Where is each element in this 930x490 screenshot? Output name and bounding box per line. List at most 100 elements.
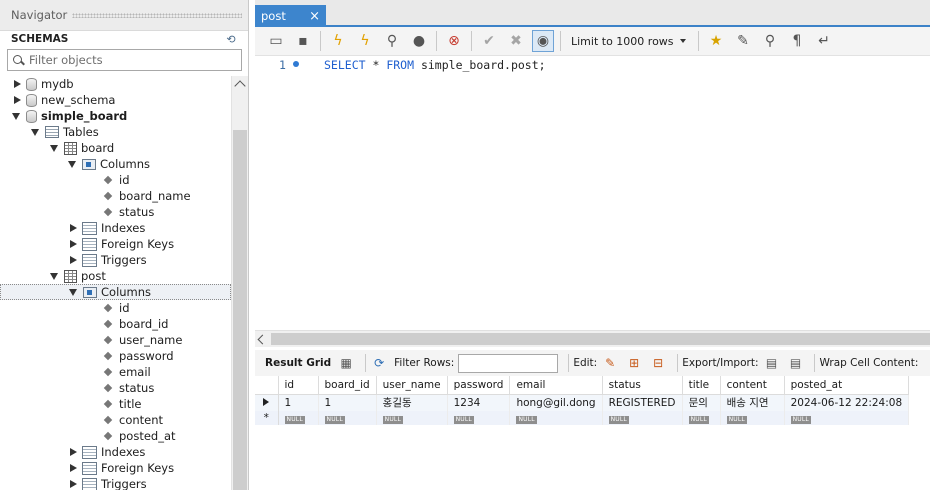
tree-item-column[interactable]: board_name: [0, 188, 231, 204]
scrollbar-thumb[interactable]: [271, 333, 930, 345]
sql-editor[interactable]: 1 SELECT * FROM simple_board.post;: [255, 57, 930, 330]
table-cell[interactable]: 홍길동: [376, 394, 448, 411]
toggle-error-icon[interactable]: ⊗: [443, 30, 465, 52]
tree-item-post[interactable]: post: [0, 268, 231, 284]
table-cell[interactable]: NULL: [509, 411, 603, 425]
tree-item-board-indexes[interactable]: Indexes: [0, 220, 231, 236]
execute-current-icon[interactable]: ϟ: [354, 30, 376, 52]
tree-item-column[interactable]: password: [0, 348, 231, 364]
expand-arrow-icon[interactable]: [68, 447, 78, 457]
refresh-results-icon[interactable]: ⟳: [370, 354, 388, 372]
column-header[interactable]: status: [602, 376, 683, 395]
editor-horizontal-scrollbar[interactable]: [255, 330, 930, 347]
execute-icon[interactable]: ϟ: [327, 30, 349, 52]
expand-arrow-icon[interactable]: [68, 463, 78, 473]
tree-item-column[interactable]: user_name: [0, 332, 231, 348]
column-header[interactable]: board_id: [318, 376, 377, 395]
filter-objects-box[interactable]: [7, 49, 242, 71]
scroll-up-icon[interactable]: [234, 80, 246, 92]
tree-item-column[interactable]: id: [0, 172, 231, 188]
scroll-left-icon[interactable]: [257, 334, 268, 345]
open-file-icon[interactable]: ▭: [265, 30, 287, 52]
grid-view-icon[interactable]: ▦: [337, 354, 355, 372]
tree-item-post-triggers[interactable]: Triggers: [0, 476, 231, 490]
invisible-chars-icon[interactable]: ¶: [786, 30, 808, 52]
autocommit-icon[interactable]: ◉: [532, 30, 554, 52]
collapse-arrow-icon[interactable]: [12, 111, 22, 121]
tree-item-column[interactable]: email: [0, 364, 231, 380]
table-cell[interactable]: 배송 지연: [720, 394, 785, 411]
commit-icon[interactable]: ✔: [478, 30, 500, 52]
tree-item-post-foreign-keys[interactable]: Foreign Keys: [0, 460, 231, 476]
panel-grip[interactable]: [72, 12, 242, 18]
table-cell[interactable]: NULL: [447, 411, 511, 425]
scrollbar-thumb[interactable]: [233, 130, 247, 490]
collapse-arrow-icon[interactable]: [50, 271, 60, 281]
tree-item-column[interactable]: status: [0, 380, 231, 396]
table-cell[interactable]: 1234: [447, 394, 511, 411]
column-header[interactable]: email: [509, 376, 603, 395]
word-wrap-icon[interactable]: ↵: [813, 30, 835, 52]
tree-item-column[interactable]: content: [0, 412, 231, 428]
expand-arrow-icon[interactable]: [68, 255, 78, 265]
rollback-icon[interactable]: ✖: [505, 30, 527, 52]
tree-item-board-foreign-keys[interactable]: Foreign Keys: [0, 236, 231, 252]
expand-arrow-icon[interactable]: [68, 479, 78, 489]
tree-item-mydb[interactable]: mydb: [0, 76, 231, 92]
table-cell[interactable]: 2024-06-12 22:24:08: [784, 394, 910, 411]
tree-item-board-triggers[interactable]: Triggers: [0, 252, 231, 268]
tree-item-column[interactable]: title: [0, 396, 231, 412]
table-cell[interactable]: NULL: [602, 411, 683, 425]
column-header[interactable]: posted_at: [784, 376, 910, 395]
table-cell[interactable]: NULL: [682, 411, 721, 425]
edit-row-icon[interactable]: ✎: [601, 354, 619, 372]
table-cell[interactable]: NULL: [376, 411, 448, 425]
expand-arrow-icon[interactable]: [68, 239, 78, 249]
column-header[interactable]: id: [278, 376, 319, 395]
close-icon[interactable]: ×: [309, 10, 320, 23]
table-cell[interactable]: NULL: [318, 411, 377, 425]
tree-item-simple-board[interactable]: simple_board: [0, 108, 231, 124]
tree-item-column[interactable]: posted_at: [0, 428, 231, 444]
expand-arrow-icon[interactable]: [12, 79, 22, 89]
table-cell[interactable]: NULL: [784, 411, 910, 425]
tree-item-column[interactable]: status: [0, 204, 231, 220]
new-row-marker[interactable]: *: [255, 411, 279, 425]
column-header[interactable]: title: [682, 376, 721, 395]
tree-item-board-columns[interactable]: Columns: [0, 156, 231, 172]
row-selector[interactable]: [255, 394, 279, 411]
find-icon[interactable]: ⚲: [759, 30, 781, 52]
stop-icon[interactable]: ●: [408, 30, 430, 52]
table-cell[interactable]: NULL: [720, 411, 785, 425]
export-icon[interactable]: ▤: [762, 354, 780, 372]
collapse-arrow-icon[interactable]: [50, 143, 60, 153]
sql-statement[interactable]: SELECT * FROM simple_board.post;: [324, 58, 546, 72]
collapse-arrow-icon[interactable]: [68, 159, 78, 169]
filter-objects-input[interactable]: [29, 53, 241, 67]
navigator-scrollbar[interactable]: [231, 76, 248, 490]
add-snippet-icon[interactable]: ★: [705, 30, 727, 52]
tree-item-column[interactable]: board_id: [0, 316, 231, 332]
tree-item-column[interactable]: id: [0, 300, 231, 316]
import-icon[interactable]: ▤: [786, 354, 804, 372]
save-icon[interactable]: ▪: [292, 30, 314, 52]
table-cell[interactable]: 문의: [682, 394, 721, 411]
limit-rows-select[interactable]: Limit to 1000 rows: [567, 31, 689, 51]
tree-item-post-columns[interactable]: Columns: [0, 284, 231, 300]
beautify-icon[interactable]: ✎: [732, 30, 754, 52]
filter-rows-input[interactable]: [458, 353, 559, 373]
column-header[interactable]: content: [720, 376, 785, 395]
wrap-cell-icon[interactable]: Ⅰ: [922, 354, 930, 372]
column-header[interactable]: user_name: [376, 376, 448, 395]
tree-item-post-indexes[interactable]: Indexes: [0, 444, 231, 460]
table-cell[interactable]: 1: [318, 394, 377, 411]
explain-icon[interactable]: ⚲: [381, 30, 403, 52]
table-cell[interactable]: NULL: [278, 411, 319, 425]
expand-arrow-icon[interactable]: [68, 223, 78, 233]
add-row-icon[interactable]: ⊞: [625, 354, 643, 372]
collapse-arrow-icon[interactable]: [69, 287, 79, 297]
tab-post[interactable]: post ×: [255, 5, 326, 27]
table-cell[interactable]: 1: [278, 394, 319, 411]
tree-item-board[interactable]: board: [0, 140, 231, 156]
table-cell[interactable]: REGISTERED: [602, 394, 683, 411]
